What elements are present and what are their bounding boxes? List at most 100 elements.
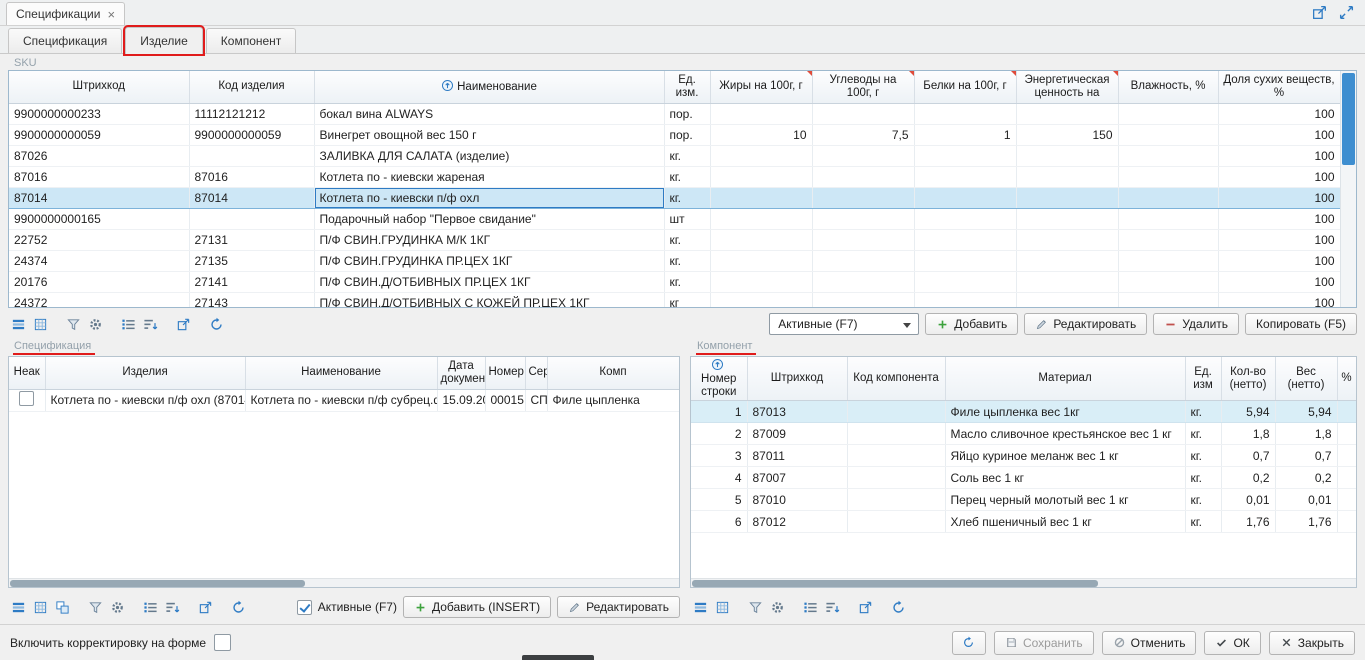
grid-icon[interactable] <box>30 597 50 617</box>
specification-horizontal-scrollbar[interactable] <box>9 578 679 587</box>
open-in-window-icon[interactable] <box>1311 4 1328 21</box>
share-icon[interactable] <box>173 314 193 334</box>
scrollbar-thumb[interactable] <box>692 580 1098 587</box>
share-icon[interactable] <box>195 597 215 617</box>
column-header[interactable]: Код компонента <box>847 357 945 401</box>
cancel-button[interactable]: Отменить <box>1102 631 1197 655</box>
numbered-list-icon[interactable] <box>118 314 138 334</box>
active-filter-select[interactable]: Активные (F7) <box>769 313 919 335</box>
sort-lines-icon[interactable] <box>162 597 182 617</box>
edit-button[interactable]: Редактировать <box>557 596 680 618</box>
scrollbar-thumb[interactable] <box>10 580 305 587</box>
refresh-icon[interactable] <box>206 314 226 334</box>
column-header[interactable]: Код изделия <box>189 71 314 103</box>
column-header[interactable]: Изделия <box>45 357 245 389</box>
doc-tab-specifications[interactable]: Спецификации × <box>6 2 125 25</box>
table-row[interactable]: 387011Яйцо куриное меланж вес 1 кгкг.0,7… <box>691 445 1356 467</box>
table-row[interactable]: 8701487014Котлета по - киевски п/ф охлкг… <box>9 187 1340 208</box>
list-view-icon[interactable] <box>8 597 28 617</box>
checkbox-checked-icon[interactable] <box>297 600 312 615</box>
column-header[interactable]: Неак <box>9 357 45 389</box>
column-header[interactable]: Номер <box>485 357 525 389</box>
sku-vertical-scrollbar[interactable] <box>1340 71 1356 307</box>
table-row[interactable]: 2275227131П/Ф СВИН.ГРУДИНКА М/К 1КГкг.10… <box>9 229 1340 250</box>
scrollbar-thumb[interactable] <box>1342 73 1355 165</box>
column-header[interactable]: Доля сухих веществ, % <box>1218 71 1340 103</box>
column-header[interactable]: Штрихкод <box>747 357 847 401</box>
table-row[interactable]: 687012Хлеб пшеничный вес 1 кгкг.1,761,76 <box>691 511 1356 533</box>
cell <box>1118 187 1218 208</box>
table-row[interactable]: 8701687016Котлета по - киевски жаренаякг… <box>9 166 1340 187</box>
column-header[interactable]: % <box>1337 357 1356 401</box>
column-header[interactable]: Жиры на 100г, г <box>710 71 812 103</box>
copy-button[interactable]: Копировать (F5) <box>1245 313 1357 335</box>
table-row[interactable]: 2437427135П/Ф СВИН.ГРУДИНКА ПР.ЦЕХ 1КГкг… <box>9 250 1340 271</box>
column-header[interactable]: Ед. изм. <box>664 71 710 103</box>
numbered-list-icon[interactable] <box>140 597 160 617</box>
filter-icon[interactable] <box>63 314 83 334</box>
close-button[interactable]: Закрыть <box>1269 631 1355 655</box>
add-button[interactable]: Добавить <box>925 313 1018 335</box>
gear-icon[interactable] <box>85 314 105 334</box>
column-header[interactable]: Углеводы на 100г, г <box>812 71 914 103</box>
column-header[interactable]: Дата докумен <box>437 357 485 389</box>
column-header[interactable]: Сер <box>525 357 547 389</box>
tab-specification[interactable]: Спецификация <box>8 28 122 53</box>
filter-icon[interactable] <box>85 597 105 617</box>
column-header[interactable]: Наименование <box>314 71 664 103</box>
refresh-icon[interactable] <box>228 597 248 617</box>
tab-product[interactable]: Изделие <box>125 27 203 54</box>
grid-icon[interactable] <box>712 597 732 617</box>
save-button[interactable]: Сохранить <box>994 631 1094 655</box>
cell <box>1118 208 1218 229</box>
column-header[interactable]: Комп <box>547 357 679 389</box>
table-row[interactable]: 587010Перец черный молотый вес 1 кгкг.0,… <box>691 489 1356 511</box>
column-header[interactable]: Номер строки <box>691 357 747 401</box>
filter-icon[interactable] <box>745 597 765 617</box>
tab-component[interactable]: Компонент <box>206 28 297 53</box>
cell <box>1118 166 1218 187</box>
ok-button[interactable]: ОК <box>1204 631 1260 655</box>
column-header[interactable]: Влажность, % <box>1118 71 1218 103</box>
grid-icon[interactable] <box>30 314 50 334</box>
table-row[interactable]: 9900000000165Подарочный набор "Первое св… <box>9 208 1340 229</box>
component-horizontal-scrollbar[interactable] <box>691 578 1356 587</box>
cards-icon[interactable] <box>52 597 72 617</box>
table-row[interactable]: 287009Масло сливочное крестьянское вес 1… <box>691 423 1356 445</box>
list-view-icon[interactable] <box>690 597 710 617</box>
gear-icon[interactable] <box>767 597 787 617</box>
table-row[interactable]: 990000000023311112121212бокал вина ALWAY… <box>9 103 1340 124</box>
active-filter-checkbox[interactable]: Активные (F7) <box>297 600 397 615</box>
column-header[interactable]: Вес (нетто) <box>1275 357 1337 401</box>
column-header[interactable]: Ед. изм <box>1185 357 1221 401</box>
delete-button[interactable]: Удалить <box>1153 313 1239 335</box>
list-view-icon[interactable] <box>8 314 28 334</box>
column-header[interactable]: Белки на 100г, г <box>914 71 1016 103</box>
table-row[interactable]: Котлета по - киевски п/ф охл (87014Котле… <box>9 389 679 411</box>
edit-button[interactable]: Редактировать <box>1024 313 1147 335</box>
table-row[interactable]: 87026ЗАЛИВКА ДЛЯ САЛАТА (изделие)кг.100 <box>9 145 1340 166</box>
column-header[interactable]: Материал <box>945 357 1185 401</box>
table-row[interactable]: 99000000000599900000000059Винегрет овощн… <box>9 124 1340 145</box>
table-row[interactable]: 2017627141П/Ф СВИН.Д/ОТБИВНЫХ ПР.ЦЕХ 1КГ… <box>9 271 1340 292</box>
column-header[interactable]: Энергетическая ценность на <box>1016 71 1118 103</box>
refresh-button[interactable] <box>952 631 986 655</box>
adjust-on-form-checkbox[interactable] <box>214 634 231 651</box>
gear-icon[interactable] <box>107 597 127 617</box>
add-insert-button[interactable]: Добавить (INSERT) <box>403 596 551 618</box>
sort-lines-icon[interactable] <box>140 314 160 334</box>
column-header[interactable]: Кол-во (нетто) <box>1221 357 1275 401</box>
share-icon[interactable] <box>855 597 875 617</box>
numbered-list-icon[interactable] <box>800 597 820 617</box>
restore-window-icon[interactable] <box>1338 4 1355 21</box>
row-inactive-checkbox[interactable] <box>19 391 34 406</box>
table-row[interactable]: 2437227143П/Ф СВИН.Д/ОТБИВНЫХ С КОЖЕЙ ПР… <box>9 292 1340 308</box>
refresh-icon[interactable] <box>888 597 908 617</box>
close-tab-icon[interactable]: × <box>107 8 115 21</box>
column-header[interactable]: Штрихкод <box>9 71 189 103</box>
sort-lines-icon[interactable] <box>822 597 842 617</box>
table-row[interactable]: 187013Филе цыпленка вес 1кгкг.5,945,94 <box>691 401 1356 423</box>
column-header[interactable]: Наименование <box>245 357 437 389</box>
cell <box>812 271 914 292</box>
table-row[interactable]: 487007Соль вес 1 кгкг.0,20,2 <box>691 467 1356 489</box>
